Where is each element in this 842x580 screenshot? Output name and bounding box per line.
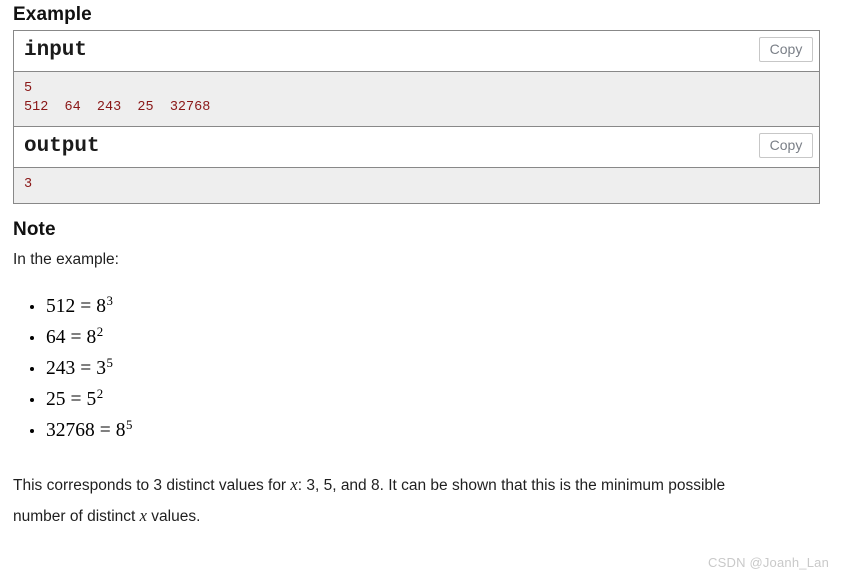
bullet-icon — [30, 335, 34, 340]
sample-test-output: output Copy 3 — [14, 127, 819, 203]
list-item: 25 = 52 — [13, 384, 513, 415]
input-label: input — [24, 39, 88, 62]
equation-left: 243 — [46, 358, 76, 379]
note-equation-list: 512 = 83 64 = 82 243 = 35 25 = 52 32768 = 85 — [13, 291, 513, 446]
equation: 64 = 82 — [46, 324, 104, 348]
math-variable-x: x — [290, 475, 298, 494]
note-conclusion-paragraph: This corresponds to 3 distinct values fo… — [13, 470, 773, 532]
equation-left: 32768 — [46, 420, 95, 441]
paragraph-part-3: values. — [146, 508, 201, 525]
list-item: 243 = 35 — [13, 353, 513, 384]
list-item: 32768 = 85 — [13, 415, 513, 446]
equation-base: 8 — [96, 296, 106, 317]
equation: 243 = 35 — [46, 355, 113, 379]
output-label: output — [24, 135, 100, 158]
equation-base: 3 — [96, 358, 106, 379]
problem-statement-page: Example input Copy 5 512 64 243 25 32768… — [0, 0, 842, 580]
bullet-icon — [30, 304, 34, 309]
copy-output-button[interactable]: Copy — [759, 133, 813, 158]
equation: 25 = 52 — [46, 386, 104, 410]
bullet-icon — [30, 428, 34, 433]
equation-operator: = — [80, 296, 92, 317]
copy-input-button[interactable]: Copy — [759, 37, 813, 62]
equation-left: 64 — [46, 327, 66, 348]
output-content: 3 — [14, 167, 819, 203]
page-title-example: Example — [13, 4, 92, 25]
equation-operator: = — [70, 389, 82, 410]
paragraph-part-1: This corresponds to 3 distinct values fo… — [13, 477, 291, 494]
list-item: 512 = 83 — [13, 291, 513, 322]
equation-exponent: 5 — [106, 355, 113, 370]
list-item: 64 = 82 — [13, 322, 513, 353]
equation: 32768 = 85 — [46, 417, 133, 441]
equation-exponent: 5 — [126, 417, 133, 432]
equation: 512 = 83 — [46, 293, 113, 317]
equation-left: 25 — [46, 389, 66, 410]
sample-test-input: input Copy 5 512 64 243 25 32768 — [14, 31, 819, 127]
output-title-row: output Copy — [14, 127, 819, 167]
equation-left: 512 — [46, 296, 76, 317]
math-variable-x: x — [139, 506, 147, 525]
equation-operator: = — [99, 420, 111, 441]
watermark: CSDN @Joanh_Lan — [708, 555, 829, 570]
equation-base: 5 — [86, 389, 97, 410]
page-title-note: Note — [13, 219, 56, 240]
equation-exponent: 2 — [96, 386, 104, 401]
input-title-row: input Copy — [14, 31, 819, 71]
equation-exponent: 3 — [106, 293, 113, 308]
equation-base: 8 — [86, 327, 97, 348]
sample-tests-block: input Copy 5 512 64 243 25 32768 output … — [13, 30, 820, 204]
equation-operator: = — [80, 358, 92, 379]
equation-operator: = — [70, 327, 82, 348]
bullet-icon — [30, 397, 34, 402]
input-content: 5 512 64 243 25 32768 — [14, 71, 819, 127]
note-intro-text: In the example: — [13, 251, 119, 268]
equation-base: 8 — [115, 420, 126, 441]
equation-exponent: 2 — [96, 324, 104, 339]
bullet-icon — [30, 366, 34, 371]
